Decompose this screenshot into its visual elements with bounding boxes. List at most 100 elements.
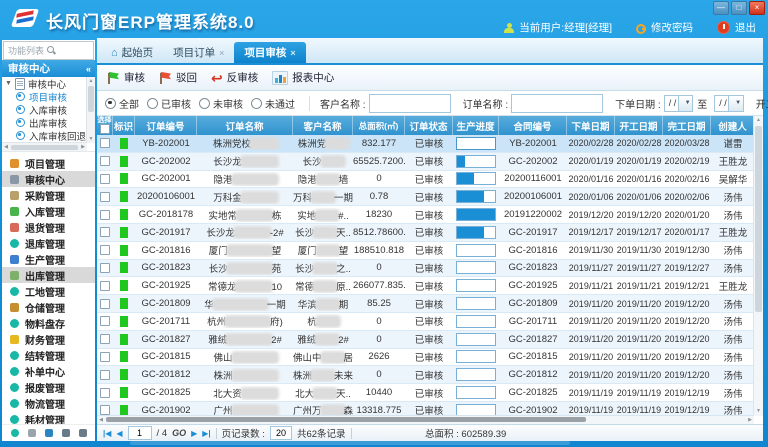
page-number-input[interactable] — [128, 426, 152, 440]
progress-bar[interactable] — [456, 244, 496, 257]
table-horizontal-scrollbar[interactable]: ◀▶ — [97, 415, 754, 424]
sidebar-item-项目管理[interactable]: 项目管理 — [2, 155, 95, 171]
radio-icon[interactable] — [147, 98, 158, 109]
progress-bar[interactable] — [456, 226, 496, 239]
book-icon[interactable] — [62, 429, 70, 437]
row-checkbox[interactable] — [100, 192, 110, 202]
sidebar-item-工地管理[interactable]: 工地管理 — [2, 283, 95, 299]
radio-未审核[interactable]: 未审核 — [199, 96, 243, 111]
table-row[interactable]: GC-201815佛山佛山中居2626已审核GC-2018152019/11/2… — [97, 349, 754, 367]
order-date-input[interactable]: / /▼ — [664, 95, 694, 112]
row-checkbox[interactable] — [100, 156, 110, 166]
order-date-end-input[interactable]: / /▼ — [714, 95, 744, 112]
progress-bar[interactable] — [456, 261, 496, 274]
sidebar-item-入库管理[interactable]: 入库管理 — [2, 203, 95, 219]
row-checkbox[interactable] — [100, 281, 110, 291]
progress-bar[interactable] — [456, 137, 496, 150]
radio-已审核[interactable]: 已审核 — [147, 96, 191, 111]
table-row[interactable]: GC-202002长沙龙长沙65525.7200..已审核GC-20200220… — [97, 153, 754, 171]
chevron-down-icon[interactable]: ▼ — [728, 96, 742, 111]
progress-bar[interactable] — [456, 333, 496, 346]
sidebar-item-退货管理[interactable]: 退货管理 — [2, 219, 95, 235]
tree-item-入库审核回退[interactable]: 入库审核回退 — [2, 129, 87, 142]
order-name-input[interactable] — [511, 94, 603, 113]
table-row[interactable]: GC-201902广州广州万森林13318.775已审核GC-201902201… — [97, 402, 754, 416]
sidebar-item-财务管理[interactable]: 财务管理 — [2, 331, 95, 347]
sidebar-item-仓储管理[interactable]: 仓储管理 — [2, 299, 95, 315]
table-row[interactable]: GC-201812株洲株洲未来0已审核GC-2018122019/11/2020… — [97, 366, 754, 384]
row-checkbox[interactable] — [100, 245, 110, 255]
select-all[interactable]: 选择 — [98, 117, 112, 134]
row-checkbox[interactable] — [100, 174, 110, 184]
radio-未通过[interactable]: 未通过 — [251, 96, 295, 111]
select-all-checkbox[interactable] — [100, 124, 110, 134]
sidebar-item-耗材管理[interactable]: 耗材管理 — [2, 411, 95, 424]
radio-icon[interactable] — [199, 98, 210, 109]
progress-bar[interactable] — [456, 315, 496, 328]
row-checkbox[interactable] — [100, 210, 110, 220]
customer-name-input[interactable] — [369, 94, 451, 113]
table-row[interactable]: GC-201917长沙龙-2#长沙天..8512.78600..已审核GC-20… — [97, 224, 754, 242]
minimize-button[interactable]: — — [713, 1, 729, 15]
progress-bar[interactable] — [456, 155, 496, 168]
tree-expander-icon[interactable]: ▼ — [5, 80, 12, 87]
sidebar-item-补单中心[interactable]: 补单中心 — [2, 363, 95, 379]
tab-项目审核[interactable]: 项目审核× — [234, 42, 305, 63]
column-header-选择[interactable]: 选择 — [97, 116, 113, 135]
sidebar-item-结转管理[interactable]: 结转管理 — [2, 347, 95, 363]
row-checkbox[interactable] — [100, 138, 110, 148]
cart-icon[interactable] — [28, 429, 36, 437]
maximize-button[interactable]: □ — [731, 1, 747, 15]
row-checkbox[interactable] — [100, 370, 110, 380]
tab-项目订单[interactable]: 项目订单× — [163, 42, 234, 63]
first-page-button[interactable]: |◀ — [103, 429, 111, 438]
change-password-button[interactable]: 修改密码 — [651, 20, 693, 35]
progress-bar[interactable] — [456, 172, 496, 185]
progress-bar[interactable] — [456, 190, 496, 203]
tree-vertical-scrollbar[interactable]: ▲▼ — [86, 77, 95, 143]
go-button[interactable]: GO — [172, 428, 186, 438]
sidebar-item-物流管理[interactable]: 物流管理 — [2, 395, 95, 411]
progress-bar[interactable] — [456, 297, 496, 310]
dot-icon[interactable] — [11, 429, 19, 437]
table-row[interactable]: GC-201827雅绒2#雅绒2#0已审核GC-2018272019/11/20… — [97, 331, 754, 349]
驳回-button[interactable]: 驳回 — [155, 68, 205, 87]
row-checkbox[interactable] — [100, 227, 110, 237]
radio-icon[interactable] — [105, 98, 116, 109]
sidebar-item-物料盘存[interactable]: 物料盘存 — [2, 315, 95, 331]
last-page-button[interactable]: ▶| — [202, 429, 210, 438]
close-icon[interactable]: × — [290, 48, 295, 58]
logout-button[interactable]: 退出 — [735, 20, 756, 35]
tree-item-出库审核[interactable]: 出库审核 — [2, 116, 87, 129]
sidebar-item-退库管理[interactable]: 退库管理 — [2, 235, 95, 251]
table-row[interactable]: GC-201809华一期华滨期85.25已审核GC-2018092019/11/… — [97, 295, 754, 313]
报表中心-button[interactable]: 报表中心 — [268, 68, 342, 87]
radio-icon[interactable] — [251, 98, 262, 109]
page-size-input[interactable] — [270, 426, 292, 440]
more-icon[interactable] — [79, 429, 87, 437]
table-row[interactable]: GC-201825北大资北大天..10440已审核GC-2018252019/1… — [97, 384, 754, 402]
close-button[interactable]: × — [749, 1, 765, 15]
scrollbar-thumb[interactable] — [106, 417, 586, 422]
row-checkbox[interactable] — [100, 334, 110, 344]
tree-horizontal-scrollbar[interactable]: ◀▶ — [2, 142, 87, 151]
tree-root-item[interactable]: ▼审核中心 — [2, 77, 87, 90]
sidebar-item-出库管理[interactable]: 出库管理 — [2, 267, 95, 283]
row-checkbox[interactable] — [100, 352, 110, 362]
row-checkbox[interactable] — [100, 263, 110, 273]
flag-icon[interactable] — [45, 429, 53, 437]
sidebar-item-生产管理[interactable]: 生产管理 — [2, 251, 95, 267]
prev-page-button[interactable]: ◀ — [116, 429, 122, 438]
progress-bar[interactable] — [456, 386, 496, 399]
next-page-button[interactable]: ▶ — [191, 429, 197, 438]
progress-bar[interactable] — [456, 279, 496, 292]
table-row[interactable]: GC-201823长沙苑长沙之..0已审核GC-2018232019/11/27… — [97, 260, 754, 278]
tree-item-项目审核[interactable]: 项目审核 — [2, 90, 87, 103]
progress-bar[interactable] — [456, 208, 496, 221]
progress-bar[interactable] — [456, 368, 496, 381]
table-row[interactable]: GC-2018178实地常栋实地#..18230已审核2019122000220… — [97, 206, 754, 224]
collapse-icon[interactable]: « — [86, 64, 91, 74]
sidebar-item-采购管理[interactable]: 采购管理 — [2, 187, 95, 203]
function-search-input[interactable]: 功能列表 — [3, 41, 94, 60]
row-checkbox[interactable] — [100, 405, 110, 415]
